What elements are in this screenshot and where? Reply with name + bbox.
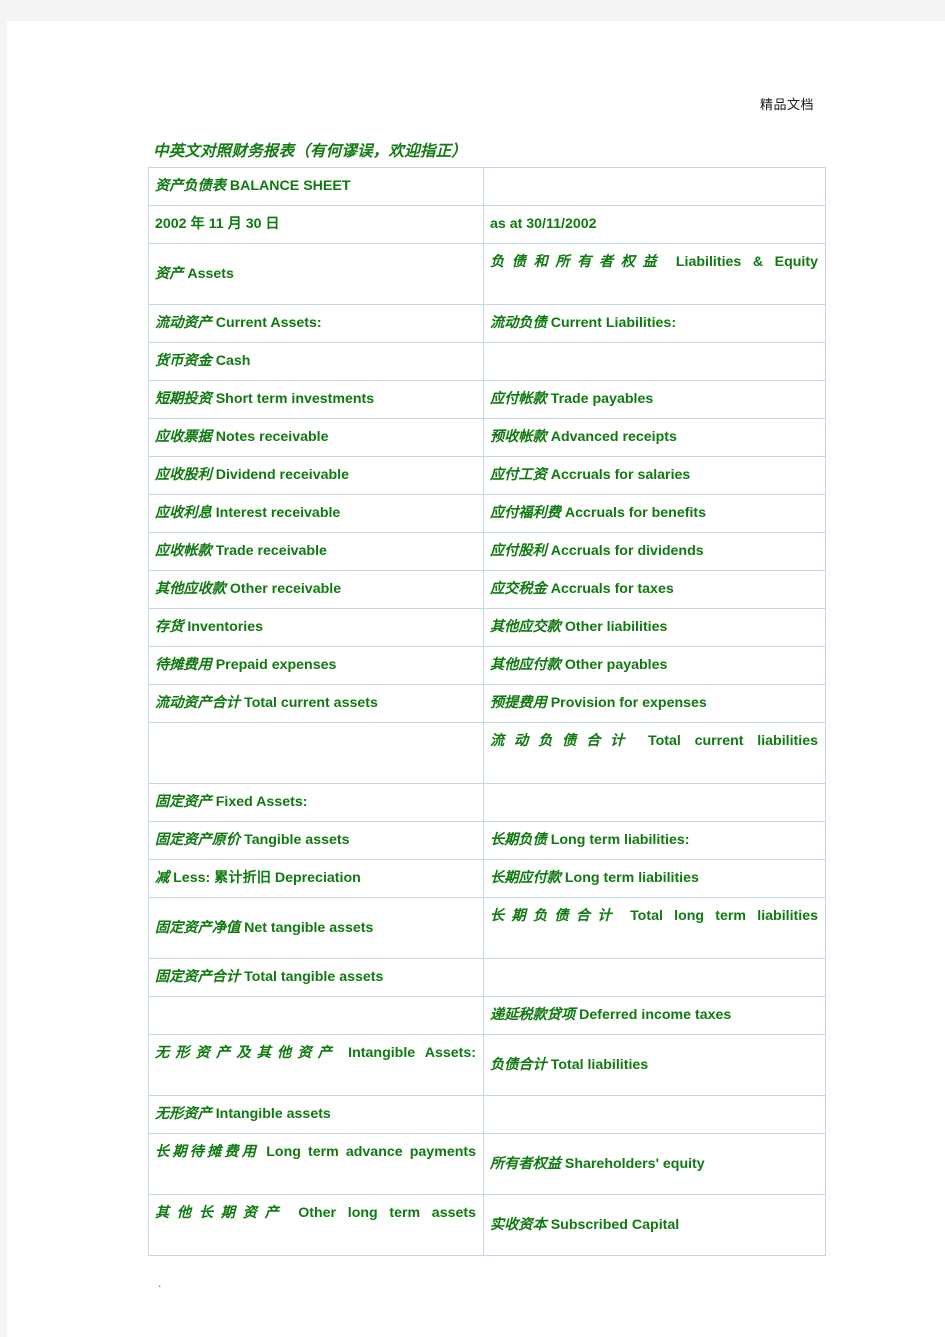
table-row: 2002 年 11 月 30 日 as at 30/11/2002 xyxy=(148,205,826,244)
table-row: 应收票据 Notes receivable 预收帐款 Advanced recei… xyxy=(148,418,826,457)
table-row: 其他长期资产 Other long term assets 实收资本 Subscr… xyxy=(148,1194,826,1256)
cell-assets: 固定资产合计 Total tangible assets xyxy=(148,958,484,997)
cell-assets: 应收帐款 Trade receivable xyxy=(148,532,484,571)
cell-liabilities: as at 30/11/2002 xyxy=(483,205,826,244)
cell-liabilities: 预提费用 Provision for expenses xyxy=(483,684,826,723)
cell-liabilities: 应付工资 Accruals for salaries xyxy=(483,456,826,495)
cell-assets: 其他应收款 Other receivable xyxy=(148,570,484,609)
cell-liabilities: 应付股利 Accruals for dividends xyxy=(483,532,826,571)
table-row: 长期待摊费用 Long term advance payments 所有者权益 S… xyxy=(148,1133,826,1195)
table-row: 固定资产 Fixed Assets: xyxy=(148,783,826,822)
cell-assets: 短期投资 Short term investments xyxy=(148,380,484,419)
cell-assets: 无形资产 Intangible assets xyxy=(148,1095,484,1134)
table-row: 流动资产合计 Total current assets 预提费用 Provisio… xyxy=(148,684,826,723)
cell-empty xyxy=(483,167,826,206)
table-row: 流动负债合计 Total current liabilities xyxy=(148,722,826,784)
cell-empty xyxy=(148,996,484,1035)
cell-empty xyxy=(483,958,826,997)
cell-liabilities: 递延税款贷项 Deferred income taxes xyxy=(483,996,826,1035)
cell-liabilities: 长期负债合计 Total long term liabilities xyxy=(483,897,826,959)
table-row: 递延税款贷项 Deferred income taxes xyxy=(148,996,826,1035)
cell-assets: 减 Less: 累计折旧 Depreciation xyxy=(148,859,484,898)
cell-assets: 待摊费用 Prepaid expenses xyxy=(148,646,484,685)
cell-liabilities: 应交税金 Accruals for taxes xyxy=(483,570,826,609)
cell-assets: 流动资产合计 Total current assets xyxy=(148,684,484,723)
table-row: 固定资产净值 Net tangible assets 长期负债合计 Total l… xyxy=(148,897,826,959)
cell-empty xyxy=(148,722,484,784)
cell-assets: 长期待摊费用 Long term advance payments xyxy=(148,1133,484,1195)
table-row: 其他应收款 Other receivable 应交税金 Accruals for … xyxy=(148,570,826,609)
cell-empty xyxy=(483,783,826,822)
table-row: 无形资产及其他资产 Intangible Assets: 负债合计 Total l… xyxy=(148,1034,826,1096)
cell-liabilities: 流动负债 Current Liabilities: xyxy=(483,304,826,343)
cell-assets: 应收利息 Interest receivable xyxy=(148,494,484,533)
cell-assets: 其他长期资产 Other long term assets xyxy=(148,1194,484,1256)
cell-liabilities: 负债合计 Total liabilities xyxy=(483,1034,826,1096)
cell-assets: 无形资产及其他资产 Intangible Assets: xyxy=(148,1034,484,1096)
cell-assets: 固定资产 Fixed Assets: xyxy=(148,783,484,822)
cell-liabilities: 其他应付款 Other payables xyxy=(483,646,826,685)
cell-assets: 2002 年 11 月 30 日 xyxy=(148,205,484,244)
table-row: 应收帐款 Trade receivable 应付股利 Accruals for d… xyxy=(148,532,826,571)
document-page: 精品文档 中英文对照财务报表（有何谬误，欢迎指正） 资产负债表 BALANCE … xyxy=(7,21,945,1337)
cell-liabilities: 长期应付款 Long term liabilities xyxy=(483,859,826,898)
cell-liabilities: 应付帐款 Trade payables xyxy=(483,380,826,419)
cell-liabilities: 流动负债合计 Total current liabilities xyxy=(483,722,826,784)
table-row: 短期投资 Short term investments 应付帐款 Trade pa… xyxy=(148,380,826,419)
table-row: 货币资金 Cash xyxy=(148,342,826,381)
cell-assets: 资产负债表 BALANCE SHEET xyxy=(148,167,484,206)
table-row: 资产 Assets 负债和所有者权益 Liabilities & Equity xyxy=(148,243,826,305)
cell-assets: 固定资产原价 Tangible assets xyxy=(148,821,484,860)
cell-assets: 应收票据 Notes receivable xyxy=(148,418,484,457)
cell-liabilities: 所有者权益 Shareholders' equity xyxy=(483,1133,826,1195)
table-row: 固定资产原价 Tangible assets 长期负债 Long term lia… xyxy=(148,821,826,860)
cell-liabilities: 实收资本 Subscribed Capital xyxy=(483,1194,826,1256)
table-row: 流动资产 Current Assets: 流动负债 Current Liabili… xyxy=(148,304,826,343)
document-title: 中英文对照财务报表（有何谬误，欢迎指正） xyxy=(153,141,468,160)
cell-assets: 流动资产 Current Assets: xyxy=(148,304,484,343)
cell-liabilities: 负债和所有者权益 Liabilities & Equity xyxy=(483,243,826,305)
table-row: 应收利息 Interest receivable 应付福利费 Accruals f… xyxy=(148,494,826,533)
cell-assets: 存货 Inventories xyxy=(148,608,484,647)
cell-liabilities: 预收帐款 Advanced receipts xyxy=(483,418,826,457)
table-row: 无形资产 Intangible assets xyxy=(148,1095,826,1134)
balance-sheet-table: 资产负债表 BALANCE SHEET 2002 年 11 月 30 日 as at… xyxy=(148,167,826,1256)
cell-liabilities: 长期负债 Long term liabilities: xyxy=(483,821,826,860)
cell-assets: 固定资产净值 Net tangible assets xyxy=(148,897,484,959)
cell-empty xyxy=(483,1095,826,1134)
table-row: 固定资产合计 Total tangible assets xyxy=(148,958,826,997)
cell-empty xyxy=(483,342,826,381)
cell-assets: 应收股利 Dividend receivable xyxy=(148,456,484,495)
cell-liabilities: 其他应交款 Other liabilities xyxy=(483,608,826,647)
cell-assets: 资产 Assets xyxy=(148,243,484,305)
table-row: 待摊费用 Prepaid expenses 其他应付款 Other payable… xyxy=(148,646,826,685)
cell-assets: 货币资金 Cash xyxy=(148,342,484,381)
footer-mark: . xyxy=(158,1276,162,1290)
watermark-text: 精品文档 xyxy=(759,98,814,113)
cell-liabilities: 应付福利费 Accruals for benefits xyxy=(483,494,826,533)
table-row: 应收股利 Dividend receivable 应付工资 Accruals fo… xyxy=(148,456,826,495)
table-row: 减 Less: 累计折旧 Depreciation 长期应付款 Long term… xyxy=(148,859,826,898)
table-row: 存货 Inventories 其他应交款 Other liabilities xyxy=(148,608,826,647)
table-row: 资产负债表 BALANCE SHEET xyxy=(148,167,826,206)
